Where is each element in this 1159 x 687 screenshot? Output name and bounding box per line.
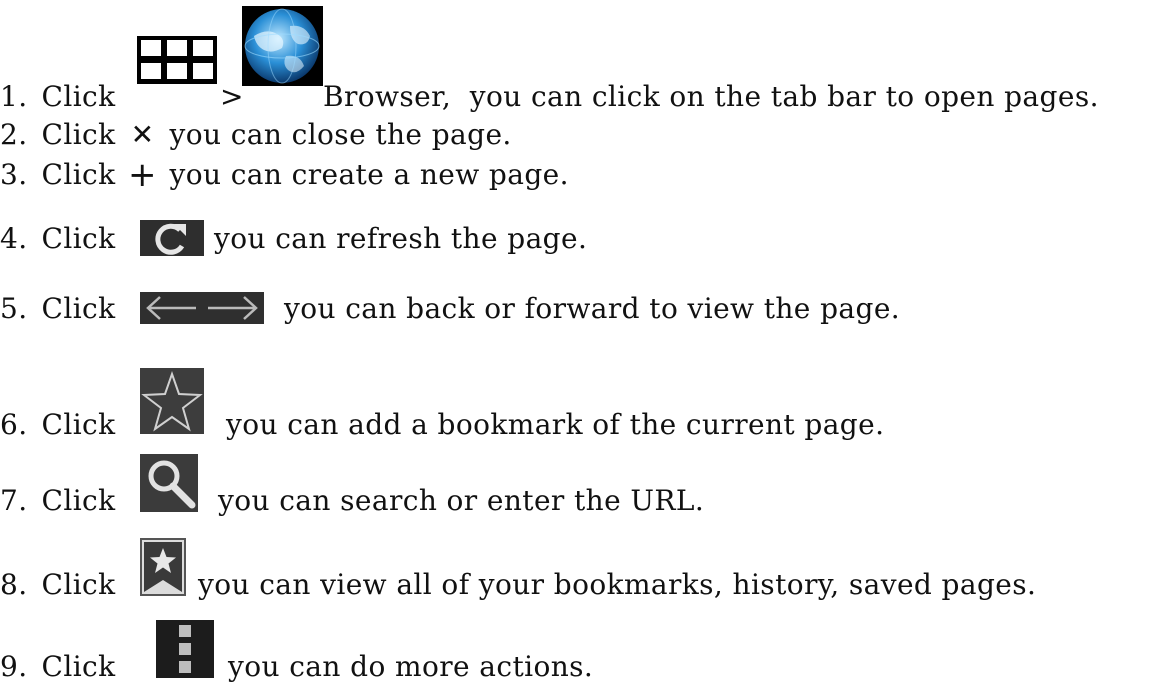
instruction-click-label: Click bbox=[41, 118, 116, 151]
instruction-number: 2. bbox=[0, 118, 28, 151]
instruction-5: 5. Click bbox=[0, 294, 116, 324]
instruction-click-label: Click bbox=[41, 80, 116, 113]
plus-icon: + bbox=[128, 155, 157, 195]
instruction-number: 1. bbox=[0, 80, 28, 113]
close-icon: ✕ bbox=[130, 118, 155, 151]
instruction-4: 4. Click bbox=[0, 224, 116, 254]
instruction-8-text-wrap: you can view all of your bookmarks, hist… bbox=[198, 570, 1036, 600]
instruction-click-label: Click bbox=[41, 568, 116, 601]
instruction-number: 6. bbox=[0, 408, 28, 441]
instruction-number: 7. bbox=[0, 484, 28, 517]
instruction-7: 7. Click bbox=[0, 486, 116, 516]
overflow-menu-icon bbox=[156, 620, 214, 678]
instruction-text: you can refresh the page. bbox=[214, 222, 588, 255]
instruction-1-separator-wrap: > bbox=[220, 82, 244, 112]
instruction-number: 3. bbox=[0, 158, 28, 191]
instruction-text: you can search or enter the URL. bbox=[218, 484, 705, 517]
apps-grid-icon bbox=[137, 36, 217, 84]
forward-arrow-icon bbox=[202, 292, 264, 324]
instruction-click-label: Click bbox=[41, 650, 116, 683]
instruction-text: you can close the page. bbox=[169, 118, 512, 151]
refresh-icon bbox=[140, 220, 204, 256]
instruction-7-text-wrap: you can search or enter the URL. bbox=[218, 486, 704, 516]
instruction-2: 2. Click ✕ you can close the page. bbox=[0, 120, 512, 150]
bookmarks-icon bbox=[140, 538, 186, 596]
instruction-text: you can view all of your bookmarks, hist… bbox=[198, 568, 1037, 601]
instruction-9-text-wrap: you can do more actions. bbox=[228, 652, 593, 682]
instruction-1-text-wrap: Browser, you can click on the tab bar to… bbox=[323, 82, 1099, 112]
instruction-number: 4. bbox=[0, 222, 28, 255]
instruction-6: 6. Click bbox=[0, 410, 116, 440]
instruction-click-label: Click bbox=[41, 484, 116, 517]
instruction-click-label: Click bbox=[41, 408, 116, 441]
instruction-number: 8. bbox=[0, 568, 28, 601]
instruction-click-label: Click bbox=[41, 222, 116, 255]
instruction-1: 1. Click bbox=[0, 82, 116, 112]
instruction-text: you can do more actions. bbox=[228, 650, 594, 683]
instruction-click-label: Click bbox=[41, 292, 116, 325]
instruction-text: you can back or forward to view the page… bbox=[284, 292, 901, 325]
instruction-text: you can create a new page. bbox=[169, 158, 569, 191]
instruction-4-text-wrap: you can refresh the page. bbox=[214, 224, 587, 254]
instruction-8: 8. Click bbox=[0, 570, 116, 600]
instruction-text: Browser, you can click on the tab bar to… bbox=[323, 80, 1099, 113]
instruction-click-label: Click bbox=[41, 158, 116, 191]
search-icon bbox=[140, 454, 198, 512]
star-outline-icon bbox=[140, 368, 204, 434]
browser-globe-icon bbox=[242, 6, 323, 86]
instruction-number: 9. bbox=[0, 650, 28, 683]
separator: > bbox=[220, 80, 244, 113]
instruction-6-text-wrap: you can add a bookmark of the current pa… bbox=[226, 410, 884, 440]
instruction-text: you can add a bookmark of the current pa… bbox=[226, 408, 885, 441]
instruction-3: 3. Click + you can create a new page. bbox=[0, 155, 569, 195]
instruction-5-text-wrap: you can back or forward to view the page… bbox=[284, 294, 900, 324]
back-arrow-icon bbox=[140, 292, 202, 324]
instruction-number: 5. bbox=[0, 292, 28, 325]
instruction-9: 9. Click bbox=[0, 652, 116, 682]
